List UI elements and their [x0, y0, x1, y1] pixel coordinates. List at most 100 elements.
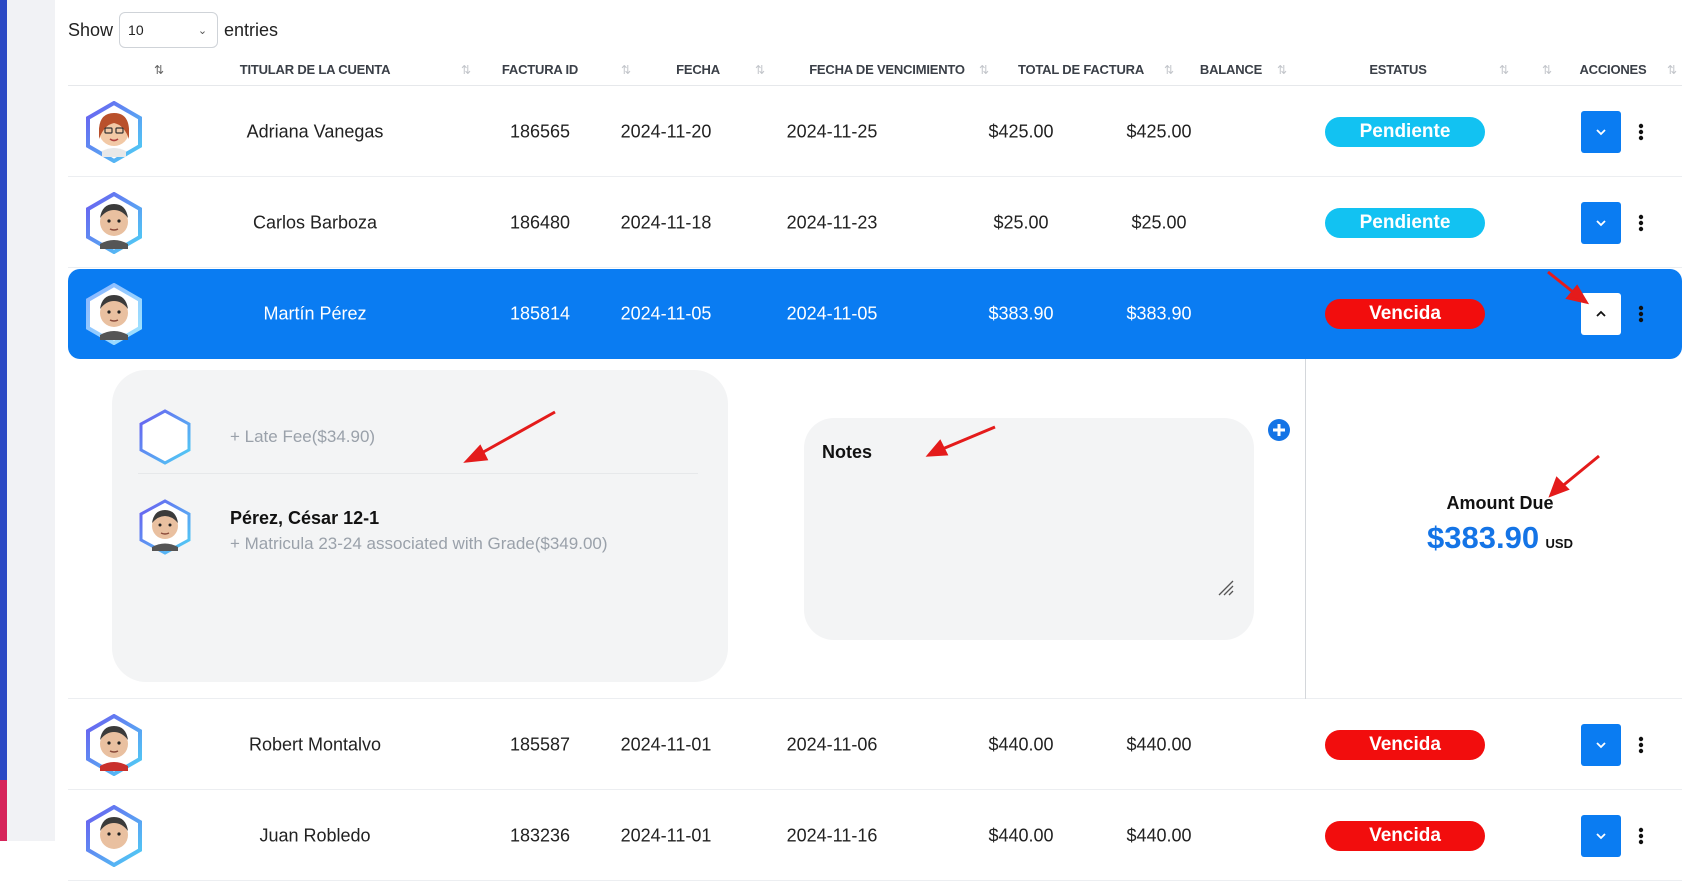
account-holder-name[interactable]: Robert Montalvo [249, 734, 381, 755]
sort-icon[interactable]: ⇅ [1499, 63, 1509, 77]
invoice-due-date: 2024-11-05 [786, 303, 878, 324]
tuition-text: + Matricula 23-24 associated with Grade(… [230, 534, 608, 553]
collapse-row-button[interactable] [1581, 293, 1621, 335]
table-row[interactable]: Robert Montalvo 185587 2024-11-01 2024-1… [68, 700, 1682, 790]
notes-textarea[interactable]: Notes [804, 418, 1254, 640]
avatar [86, 191, 142, 254]
invoice-detail-panel: + Late Fee($34.90) Pérez, César 12-1 + M… [68, 359, 1682, 699]
invoice-balance: $383.90 [1126, 303, 1192, 324]
sort-icon[interactable]: ⇅ [1277, 63, 1287, 77]
more-vertical-icon [1638, 214, 1644, 231]
more-vertical-icon [1638, 827, 1644, 844]
status-badge: Vencida [1325, 299, 1485, 329]
more-vertical-icon [1638, 305, 1644, 323]
sort-icon[interactable]: ⇅ [1542, 63, 1552, 77]
account-holder-name[interactable]: Carlos Barboza [253, 212, 377, 233]
more-actions-button[interactable] [1634, 299, 1648, 329]
invoice-date: 2024-11-20 [620, 121, 712, 141]
account-holder-name[interactable]: Adriana Vanegas [247, 121, 384, 142]
invoice-due-date: 2024-11-23 [786, 212, 878, 232]
invoice-id: 185587 [509, 734, 571, 754]
invoice-balance: $440.00 [1126, 734, 1192, 754]
avatar [86, 283, 142, 345]
chevron-down-icon [1596, 832, 1606, 839]
column-status[interactable]: ESTATUS [1369, 62, 1427, 77]
column-actions[interactable]: ACCIONES [1579, 62, 1646, 77]
chevron-up-icon [1596, 310, 1606, 317]
invoice-total: $440.00 [988, 825, 1054, 845]
avatar [86, 804, 142, 867]
student-name: Pérez, César 12-1 [230, 508, 380, 528]
invoice-id: 186480 [509, 212, 571, 232]
table-row[interactable]: Carlos Barboza 186480 2024-11-18 2024-11… [68, 178, 1682, 268]
sort-icon[interactable]: ⇅ [461, 63, 471, 77]
invoice-items-panel: + Late Fee($34.90) Pérez, César 12-1 + M… [112, 370, 728, 682]
sort-icon[interactable]: ⇅ [154, 63, 164, 77]
notes-title: Notes [822, 442, 873, 462]
column-invoice-total[interactable]: TOTAL DE FACTURA [1018, 62, 1144, 77]
invoice-id: 183236 [509, 825, 571, 845]
avatar [86, 713, 142, 776]
chevron-down-icon [1596, 741, 1606, 748]
show-label: Show [68, 19, 114, 40]
sort-icon[interactable]: ⇅ [621, 63, 631, 77]
amount-due: Amount Due $383.90 USD [1390, 493, 1610, 556]
sort-icon[interactable]: ⇅ [1667, 63, 1677, 77]
account-holder-name[interactable]: Martín Pérez [263, 304, 366, 325]
sidebar-edge-accent [0, 780, 7, 841]
table-row[interactable]: Adriana Vanegas 186565 2024-11-20 2024-1… [68, 87, 1682, 177]
invoice-total: $25.00 [993, 212, 1049, 232]
more-actions-button[interactable] [1634, 821, 1648, 851]
sort-icon[interactable]: ⇅ [979, 63, 989, 77]
status-badge: Pendiente [1325, 116, 1485, 147]
invoice-total: $425.00 [988, 121, 1054, 141]
chevron-down-icon [1596, 128, 1606, 135]
amount-due-label: Amount Due [1446, 493, 1554, 513]
table-header: ⇅ TITULAR DE LA CUENTA ⇅ FACTURA ID ⇅ FE… [68, 56, 1682, 86]
column-date[interactable]: FECHA [676, 62, 720, 77]
invoice-balance: $425.00 [1126, 121, 1192, 141]
amount-due-currency: USD [1545, 536, 1573, 551]
table-row[interactable]: Juan Robledo 183236 2024-11-01 2024-11-1… [68, 791, 1682, 881]
plus-circle-icon[interactable] [1267, 418, 1291, 442]
expand-row-button[interactable] [1581, 814, 1621, 857]
more-actions-button[interactable] [1634, 730, 1648, 760]
more-actions-button[interactable] [1634, 117, 1648, 147]
resize-handle-icon[interactable] [1216, 578, 1234, 596]
table-row-selected[interactable]: Martín Pérez 185814 2024-11-05 2024-11-0… [68, 269, 1682, 359]
invoice-balance: $25.00 [1131, 212, 1187, 232]
sidebar-gutter [7, 0, 55, 841]
sidebar-edge [0, 0, 7, 841]
expand-row-button[interactable] [1581, 201, 1621, 244]
chevron-down-icon [1596, 219, 1606, 226]
invoice-due-date: 2024-11-06 [786, 734, 878, 754]
main-content: Show 10 ⌄ entries ⇅ TITULAR DE LA CUENTA… [55, 0, 1693, 881]
amount-due-value-wrap: $383.90 USD [1390, 520, 1610, 556]
status-badge: Vencida [1325, 729, 1485, 760]
entries-suffix: entries [224, 19, 279, 40]
hexagon-icon [139, 409, 191, 465]
more-actions-button[interactable] [1634, 208, 1648, 238]
more-vertical-icon [1638, 736, 1644, 753]
avatar [139, 499, 191, 555]
avatar [86, 100, 142, 163]
expand-row-button[interactable] [1581, 110, 1621, 153]
invoice-date: 2024-11-01 [620, 734, 712, 754]
entries-per-page-select[interactable]: 10 ⌄ [119, 12, 219, 48]
invoice-due-date: 2024-11-25 [786, 121, 878, 141]
status-badge: Vencida [1325, 820, 1485, 851]
account-holder-name[interactable]: Juan Robledo [259, 825, 370, 846]
invoice-balance: $440.00 [1126, 825, 1192, 845]
column-due-date[interactable]: FECHA DE VENCIMIENTO [809, 62, 965, 77]
column-invoice-id[interactable]: FACTURA ID [502, 62, 578, 77]
invoice-date: 2024-11-05 [620, 303, 712, 324]
list-item: Pérez, César 12-1 + Matricula 23-24 asso… [138, 498, 698, 568]
sort-icon[interactable]: ⇅ [1164, 63, 1174, 77]
column-balance[interactable]: BALANCE [1200, 62, 1262, 77]
sort-icon[interactable]: ⇅ [755, 63, 765, 77]
entries-select-value: 10 [128, 22, 144, 38]
show-entries-control: Show 10 ⌄ entries [68, 12, 278, 48]
expand-row-button[interactable] [1581, 723, 1621, 766]
amount-due-value: $383.90 [1427, 520, 1540, 555]
column-account-holder[interactable]: TITULAR DE LA CUENTA [240, 62, 391, 77]
